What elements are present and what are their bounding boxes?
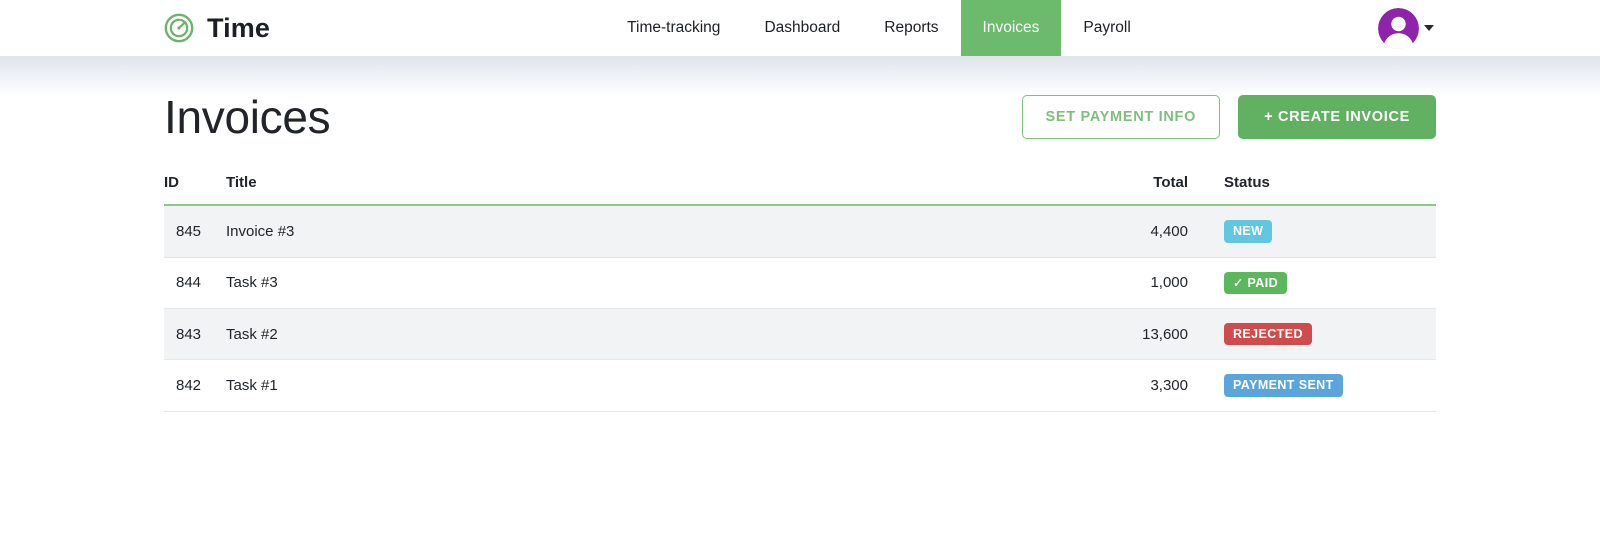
cell-id: 842 (164, 359, 226, 412)
cell-status: PAYMENT SENT (1206, 359, 1436, 412)
invoices-page: Time Time-tracking Dashboard Reports Inv… (0, 0, 1600, 534)
cell-title: Invoice #3 (226, 205, 976, 258)
brand-logo[interactable]: Time (0, 0, 270, 56)
set-payment-info-button[interactable]: SET PAYMENT INFO (1021, 95, 1221, 140)
cell-status: REJECTED (1206, 308, 1436, 361)
status-badge-label: REJECTED (1233, 327, 1303, 342)
nav-item-invoices[interactable]: Invoices (960, 0, 1062, 56)
invoices-table-wrapper: ID Title Total Status 845 Invoice #3 4,4… (164, 174, 1436, 412)
table-row[interactable]: 843 Task #2 13,600 REJECTED (164, 308, 1436, 361)
status-badge: PAYMENT SENT (1224, 374, 1343, 397)
page-content: Invoices SET PAYMENT INFO + CREATE INVOI… (0, 57, 1600, 412)
cell-status: ✓ PAID (1206, 257, 1436, 310)
create-invoice-button[interactable]: + CREATE INVOICE (1238, 95, 1436, 140)
table-row[interactable]: 845 Invoice #3 4,400 NEW (164, 205, 1436, 258)
table-row[interactable]: 842 Task #1 3,300 PAYMENT SENT (164, 359, 1436, 412)
column-header-title[interactable]: Title (226, 174, 976, 207)
page-title: Invoices (164, 91, 331, 143)
table-body: 845 Invoice #3 4,400 NEW 844 Task #3 1,0… (164, 205, 1436, 412)
status-badge-label: NEW (1233, 224, 1264, 239)
status-badge-label: PAID (1247, 275, 1279, 290)
column-header-total[interactable]: Total (976, 174, 1206, 207)
user-avatar-icon[interactable] (1378, 7, 1419, 49)
status-badge: REJECTED (1224, 323, 1312, 346)
gauge-logo-icon (164, 13, 194, 43)
cell-total: 4,400 (976, 205, 1206, 258)
nav-item-dashboard[interactable]: Dashboard (742, 0, 862, 56)
status-badge: NEW (1224, 220, 1273, 243)
cell-id: 843 (164, 308, 226, 361)
table-header-row: ID Title Total Status (164, 174, 1436, 207)
account-menu[interactable] (1378, 0, 1600, 56)
page-header: Invoices SET PAYMENT INFO + CREATE INVOI… (164, 57, 1436, 141)
cell-total: 1,000 (976, 257, 1206, 310)
cell-id: 844 (164, 257, 226, 310)
cell-status: NEW (1206, 205, 1436, 258)
column-header-id[interactable]: ID (164, 174, 226, 207)
main-nav-menu: Time-tracking Dashboard Reports Invoices… (380, 0, 1378, 56)
cell-title: Task #2 (226, 308, 976, 361)
invoices-table: ID Title Total Status 845 Invoice #3 4,4… (164, 174, 1436, 412)
cell-total: 3,300 (976, 359, 1206, 412)
cell-id: 845 (164, 205, 226, 258)
brand-name: Time (207, 12, 270, 43)
nav-item-reports[interactable]: Reports (862, 0, 960, 56)
table-head: ID Title Total Status (164, 174, 1436, 207)
table-row[interactable]: 844 Task #3 1,000 ✓ PAID (164, 257, 1436, 310)
check-icon: ✓ (1233, 275, 1244, 290)
top-navigation-bar: Time Time-tracking Dashboard Reports Inv… (0, 0, 1600, 57)
nav-item-payroll[interactable]: Payroll (1061, 0, 1152, 56)
column-header-status[interactable]: Status (1206, 174, 1436, 207)
status-badge-label: PAYMENT SENT (1233, 378, 1334, 393)
cell-title: Task #1 (226, 359, 976, 412)
cell-title: Task #3 (226, 257, 976, 310)
cell-total: 13,600 (976, 308, 1206, 361)
header-actions: SET PAYMENT INFO + CREATE INVOICE (1021, 95, 1436, 140)
nav-item-time-tracking[interactable]: Time-tracking (605, 0, 742, 56)
status-badge: ✓ PAID (1224, 271, 1288, 295)
chevron-down-icon[interactable] (1424, 25, 1434, 31)
